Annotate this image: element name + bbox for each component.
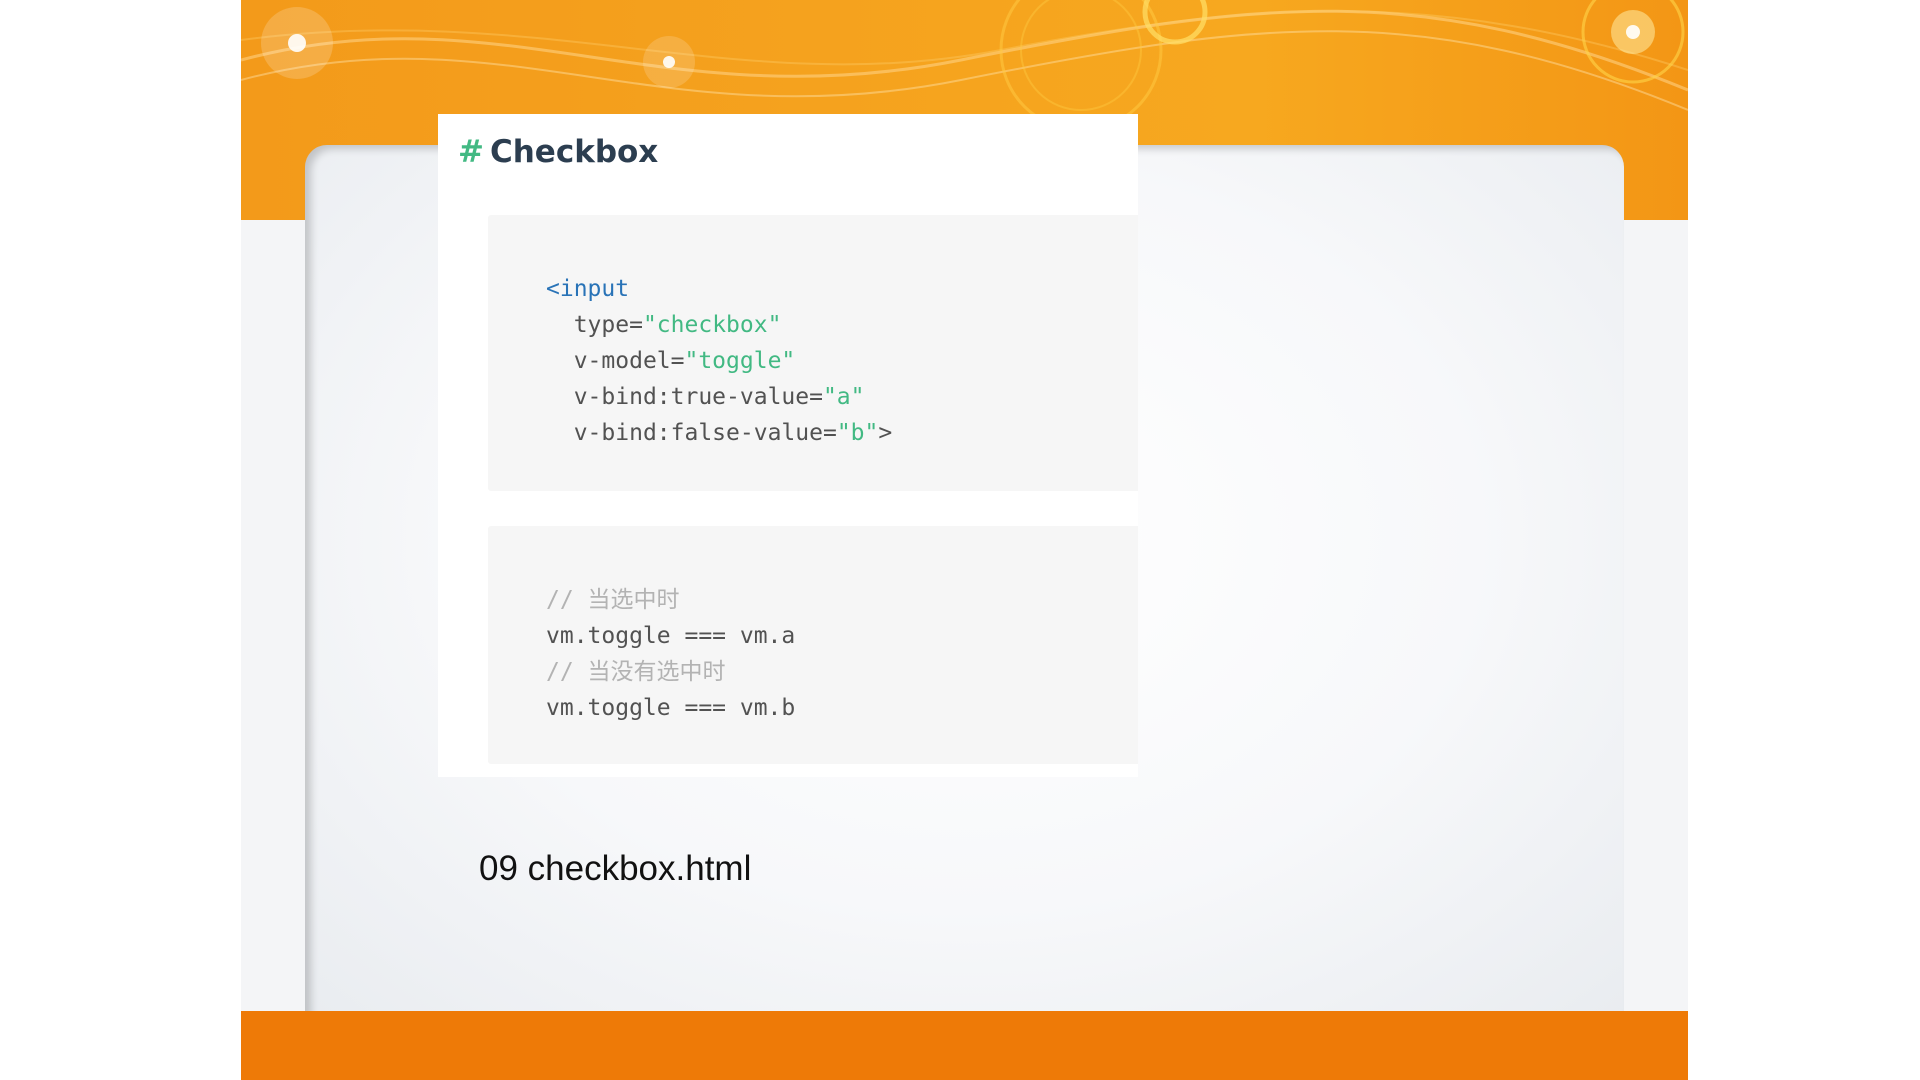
slide-caption: 09 checkbox.html: [479, 849, 752, 888]
code-line: type="checkbox": [546, 307, 1138, 343]
code-block-html: <input type="checkbox" v-model="toggle" …: [488, 215, 1138, 491]
code-line: vm.toggle === vm.a: [546, 623, 796, 649]
code-attr-name: v-bind:true-value=: [573, 384, 823, 410]
heading-anchor-hash[interactable]: #: [458, 134, 484, 170]
code-attr-name: v-model=: [573, 348, 685, 374]
code-suffix: >: [878, 420, 893, 446]
documentation-snippet: # Checkbox <input type="checkbox" v-model…: [438, 114, 1138, 777]
code-attr-value: "b": [836, 420, 879, 446]
code-attr-value: "toggle": [684, 348, 796, 374]
code-comment-line: // 当选中时: [546, 587, 680, 613]
code-tag-open: <input: [546, 276, 630, 302]
code-line: vm.toggle === vm.b: [546, 695, 796, 721]
slide-orange-footer-band: [241, 1011, 1688, 1080]
code-attr-value: "a": [822, 384, 865, 410]
code-line: v-model="toggle": [546, 343, 1138, 379]
code-line: <input: [546, 271, 1138, 307]
stage: # Checkbox <input type="checkbox" v-model…: [0, 0, 1920, 1080]
code-comment-line: // 当没有选中时: [546, 659, 726, 685]
code-block-js: // 当选中时 vm.toggle === vm.a // 当没有选中时 vm.…: [488, 526, 1138, 764]
code-line: v-bind:false-value="b">: [546, 415, 1138, 451]
doc-heading: # Checkbox: [458, 130, 658, 174]
code-attr-name: v-bind:false-value=: [573, 420, 837, 446]
heading-text: Checkbox: [489, 134, 659, 170]
code-line: v-bind:true-value="a": [546, 379, 1138, 415]
code-attr-name: type=: [573, 312, 643, 338]
code-attr-value: "checkbox": [642, 312, 782, 338]
